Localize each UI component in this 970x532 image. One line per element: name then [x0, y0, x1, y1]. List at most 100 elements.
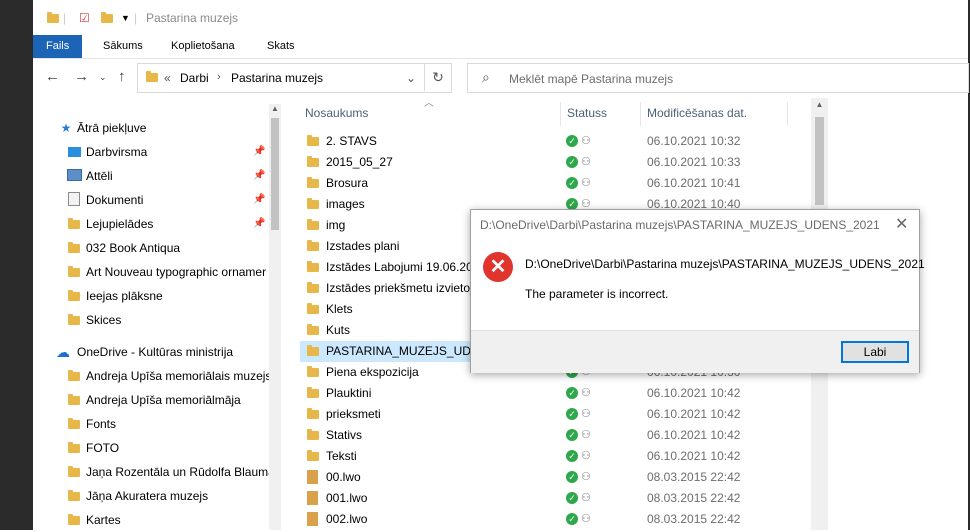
file-modified-date: 06.10.2021 10:42 [647, 449, 741, 463]
up-arrow-icon[interactable]: ↑ [118, 68, 126, 85]
tab-view[interactable]: Skats [254, 35, 308, 58]
nav-item-folder[interactable]: Andreja Upīša memoriālais muzejs [33, 364, 271, 388]
properties-icon[interactable]: ☑ [79, 11, 90, 25]
file-row[interactable]: Stativs ✓ ⚇ 06.10.2021 10:42 [300, 425, 790, 446]
file-modified-date: 06.10.2021 10:42 [647, 407, 741, 421]
file-modified-date: 06.10.2021 10:33 [647, 155, 741, 169]
close-icon[interactable]: ✕ [895, 214, 908, 234]
pin-icon: 📌 [253, 146, 266, 157]
folder-icon [307, 341, 319, 362]
file-modified-date: 08.03.2015 22:42 [647, 512, 741, 526]
scrollbar-thumb[interactable] [815, 117, 824, 205]
back-arrow-icon[interactable]: ← [45, 68, 60, 85]
nav-item-folder[interactable]: Fonts [33, 412, 271, 436]
customize-quick-access-icon[interactable]: ▼ [121, 13, 130, 23]
file-modified-date: 06.10.2021 10:42 [647, 428, 741, 442]
nav-item-folder[interactable]: Art Nouveau typographic ornamer [33, 260, 271, 284]
folder-icon [307, 404, 319, 425]
nav-pane-scrollbar[interactable]: ▲ [269, 104, 281, 530]
nav-item-folder[interactable]: Ieejas plāksne [33, 284, 271, 308]
file-name: 002.lwo [326, 512, 368, 526]
nav-item-label: Attēli [86, 169, 113, 183]
nav-item-folder[interactable]: FOTO [33, 436, 271, 460]
nav-item-label: Jaņa Rozentāla un Rūdolfa Blauma [86, 465, 271, 479]
new-folder-icon[interactable] [101, 11, 113, 25]
nav-item-downloads[interactable]: Lejupielādes 📌 [33, 212, 271, 236]
file-modified-date: 06.10.2021 10:41 [647, 176, 741, 190]
address-overflow[interactable]: « [164, 71, 171, 85]
file-row[interactable]: 002.lwo ✓ ⚇ 08.03.2015 22:42 [300, 509, 790, 530]
folder-icon [66, 236, 82, 260]
folder-icon [307, 446, 319, 467]
scroll-up-icon[interactable]: ▲ [811, 100, 828, 109]
file-name: Brosura [326, 176, 369, 190]
file-row[interactable]: Plauktini ✓ ⚇ 06.10.2021 10:42 [300, 383, 790, 404]
column-divider[interactable] [640, 102, 641, 126]
breadcrumb-chevron-icon[interactable]: › [217, 71, 221, 83]
nav-item-onedrive[interactable]: ☁ OneDrive - Kultūras ministrija [33, 340, 271, 364]
scroll-up-icon[interactable]: ▲ [269, 104, 281, 113]
nav-item-label: Art Nouveau typographic ornamer [86, 265, 267, 279]
nav-item-quick-access[interactable]: ★ Ātrā piekļuve [33, 116, 271, 140]
tab-home[interactable]: Sākums [90, 35, 156, 58]
nav-item-documents[interactable]: Dokumenti 📌 [33, 188, 271, 212]
window-title: Pastarina muzejs [146, 11, 239, 25]
refresh-icon[interactable]: ↻ [424, 63, 451, 91]
file-row[interactable]: Teksti ✓ ⚇ 06.10.2021 10:42 [300, 446, 790, 467]
folder-icon [307, 173, 319, 194]
file-modified-date: 08.03.2015 22:42 [647, 491, 741, 505]
nav-item-folder[interactable]: Skices [33, 308, 271, 332]
folder-icon [307, 299, 319, 320]
synced-status-icon: ✓ [566, 156, 578, 168]
folder-icon [307, 257, 319, 278]
file-row[interactable]: prieksmeti ✓ ⚇ 06.10.2021 10:42 [300, 404, 790, 425]
shared-people-icon: ⚇ [581, 513, 591, 525]
tab-file[interactable]: Fails [33, 35, 83, 58]
pin-icon: 📌 [253, 194, 266, 205]
column-header-name[interactable]: Nosaukums [305, 98, 368, 128]
file-row[interactable]: 2015_05_27 ✓ ⚇ 06.10.2021 10:33 [300, 152, 790, 173]
breadcrumb-current[interactable]: Pastarina muzejs [231, 71, 323, 85]
scrollbar-thumb[interactable] [271, 118, 279, 230]
column-header-status[interactable]: Statuss [567, 98, 607, 128]
ok-button[interactable]: Labi [841, 341, 909, 363]
nav-item-folder[interactable]: Kartes [33, 508, 271, 532]
nav-item-folder[interactable]: Jaņa Rozentāla un Rūdolfa Blauma [33, 460, 271, 484]
folder-icon [307, 320, 319, 341]
dialog-message: The parameter is incorrect. [525, 287, 669, 301]
synced-status-icon: ✓ [566, 492, 578, 504]
file-row[interactable]: 00.lwo ✓ ⚇ 08.03.2015 22:42 [300, 467, 790, 488]
folder-icon [307, 425, 319, 446]
column-header-modified[interactable]: Modificēšanas dat. [647, 98, 747, 128]
address-bar[interactable]: « Darbi › Pastarina muzejs ⌄ [137, 63, 452, 93]
file-row[interactable]: 001.lwo ✓ ⚇ 08.03.2015 22:42 [300, 488, 790, 509]
pictures-icon [66, 164, 82, 188]
nav-item-label: Dokumenti [86, 193, 144, 207]
recent-locations-icon[interactable]: ⌄ [99, 72, 107, 83]
nav-item-label: Andreja Upīša memoriālmāja [86, 393, 241, 407]
forward-arrow-icon[interactable]: → [74, 68, 89, 85]
nav-item-desktop[interactable]: Darbvirsma 📌 [33, 140, 271, 164]
navigation-bar: ← → ⌄ ↑ « Darbi › Pastarina muzejs ⌄ ↻ ⌕… [33, 58, 969, 98]
file-name: Plauktini [326, 386, 372, 400]
address-dropdown-icon[interactable]: ⌄ [406, 71, 416, 85]
column-divider[interactable] [560, 102, 561, 126]
tab-share[interactable]: Koplietošana [158, 35, 248, 58]
nav-item-folder[interactable]: Andreja Upīša memoriālmāja [33, 388, 271, 412]
nav-item-pictures[interactable]: Attēli 📌 [33, 164, 271, 188]
file-row[interactable]: Brosura ✓ ⚇ 06.10.2021 10:41 [300, 173, 790, 194]
file-row-selected[interactable]: PASTARINA_MUZEJS_UDENS [300, 341, 470, 362]
folder-icon [66, 364, 82, 388]
nav-item-folder[interactable]: 032 Book Antiqua [33, 236, 271, 260]
desktop-icon [66, 140, 82, 164]
breadcrumb-darbi[interactable]: Darbi [180, 71, 209, 85]
documents-icon [66, 188, 82, 212]
search-box[interactable]: ⌕ Meklēt mapē Pastarina muzejs [467, 63, 969, 93]
folder-icon [307, 383, 319, 404]
file-row[interactable]: 2. STAVS ✓ ⚇ 06.10.2021 10:32 [300, 131, 790, 152]
lwo-file-icon [307, 509, 318, 530]
column-divider[interactable] [787, 102, 788, 126]
search-input[interactable]: Meklēt mapē Pastarina muzejs [509, 72, 673, 86]
navigation-pane: ★ Ātrā piekļuve Darbvirsma 📌 Attēli 📌 Do… [33, 104, 281, 530]
nav-item-folder[interactable]: Jāņa Akuratera muzejs [33, 484, 271, 508]
